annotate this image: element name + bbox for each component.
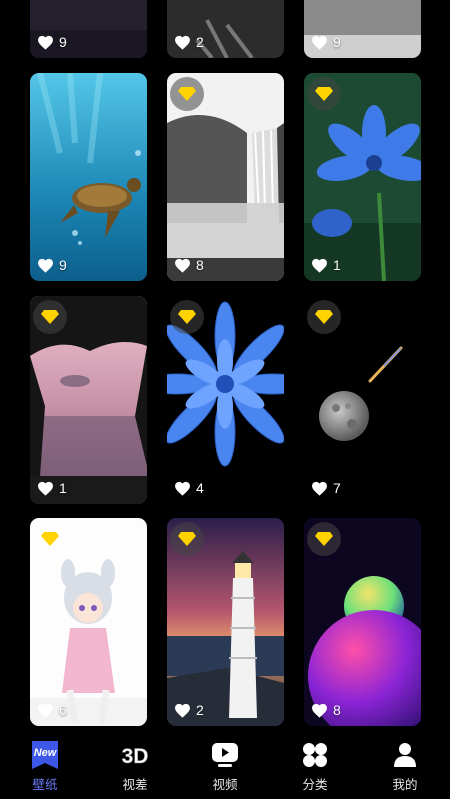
- wallpaper-image: [30, 73, 147, 281]
- tab-wallpaper[interactable]: New 壁纸: [0, 735, 90, 799]
- wallpaper-card[interactable]: 8: [304, 518, 421, 726]
- wallpaper-card[interactable]: 2: [167, 518, 284, 726]
- diamond-icon: [315, 310, 333, 324]
- like-count-text: 9: [333, 34, 341, 50]
- like-count: 7: [311, 480, 341, 496]
- vip-badge: [170, 300, 204, 334]
- tab-label: 分类: [302, 778, 328, 792]
- vip-badge: [33, 522, 67, 556]
- wallpaper-card[interactable]: 2: [167, 0, 284, 58]
- heart-icon: [312, 703, 327, 718]
- 3d-icon: 3D: [119, 741, 151, 769]
- wallpaper-card[interactable]: 8: [167, 73, 284, 281]
- wallpaper-card[interactable]: 1: [30, 296, 147, 504]
- wallpaper-card[interactable]: 9: [30, 73, 147, 281]
- like-count-text: 8: [196, 257, 204, 273]
- tab-profile[interactable]: 我的: [360, 735, 450, 799]
- heart-icon: [175, 258, 190, 273]
- vip-badge: [33, 300, 67, 334]
- wallpaper-card[interactable]: 7: [304, 296, 421, 504]
- heart-icon: [175, 481, 190, 496]
- diamond-icon: [315, 87, 333, 101]
- svg-text:3D: 3D: [122, 745, 149, 767]
- like-count-text: 4: [196, 480, 204, 496]
- tab-label: 视差: [122, 778, 148, 792]
- like-count: 8: [174, 257, 204, 273]
- like-count: 9: [311, 34, 341, 50]
- heart-icon: [38, 35, 53, 50]
- heart-icon: [175, 35, 190, 50]
- profile-icon: [393, 741, 417, 769]
- like-count-text: 2: [196, 34, 204, 50]
- like-count: 2: [174, 34, 204, 50]
- like-count: 1: [311, 257, 341, 273]
- like-count: 9: [37, 34, 67, 50]
- heart-icon: [38, 703, 53, 718]
- wallpaper-card[interactable]: 4: [167, 296, 284, 504]
- diamond-icon: [315, 532, 333, 546]
- like-count-text: 9: [59, 34, 67, 50]
- like-count: 4: [174, 480, 204, 496]
- svg-text:New: New: [34, 747, 58, 759]
- like-count: 2: [174, 702, 204, 718]
- wallpaper-card[interactable]: 6: [30, 518, 147, 726]
- like-count: 9: [37, 257, 67, 273]
- vip-badge: [307, 300, 341, 334]
- like-count: 8: [311, 702, 341, 718]
- diamond-icon: [178, 532, 196, 546]
- heart-icon: [175, 703, 190, 718]
- diamond-icon: [41, 532, 59, 546]
- bottom-tab-bar: New 壁纸 3D 视差 视频 分类 我的: [0, 735, 450, 799]
- like-count: 6: [37, 702, 67, 718]
- heart-icon: [38, 258, 53, 273]
- heart-icon: [38, 481, 53, 496]
- heart-icon: [312, 258, 327, 273]
- diamond-icon: [41, 310, 59, 324]
- like-count-text: 8: [333, 702, 341, 718]
- tab-label: 视频: [212, 778, 238, 792]
- vip-badge: [307, 522, 341, 556]
- vip-badge: [307, 77, 341, 111]
- tab-label: 我的: [392, 778, 418, 792]
- wallpaper-grid: 9 2 9 9 8 1 1 4 7 6 2 8: [0, 0, 450, 735]
- video-icon: [211, 741, 239, 769]
- like-count-text: 9: [59, 257, 67, 273]
- diamond-icon: [178, 87, 196, 101]
- wallpaper-card[interactable]: 1: [304, 73, 421, 281]
- wallpaper-card[interactable]: 9: [30, 0, 147, 58]
- heart-icon: [312, 35, 327, 50]
- wallpaper-card[interactable]: 9: [304, 0, 421, 58]
- like-count-text: 1: [333, 257, 341, 273]
- new-icon: New: [30, 741, 60, 769]
- diamond-icon: [178, 310, 196, 324]
- like-count-text: 1: [59, 480, 67, 496]
- like-count-text: 7: [333, 480, 341, 496]
- like-count-text: 2: [196, 702, 204, 718]
- tab-category[interactable]: 分类: [270, 735, 360, 799]
- heart-icon: [312, 481, 327, 496]
- tab-parallax[interactable]: 3D 视差: [90, 735, 180, 799]
- category-icon: [302, 741, 328, 769]
- vip-badge: [170, 522, 204, 556]
- tab-label: 壁纸: [32, 778, 58, 792]
- like-count-text: 6: [59, 702, 67, 718]
- tab-video[interactable]: 视频: [180, 735, 270, 799]
- vip-badge: [170, 77, 204, 111]
- like-count: 1: [37, 480, 67, 496]
